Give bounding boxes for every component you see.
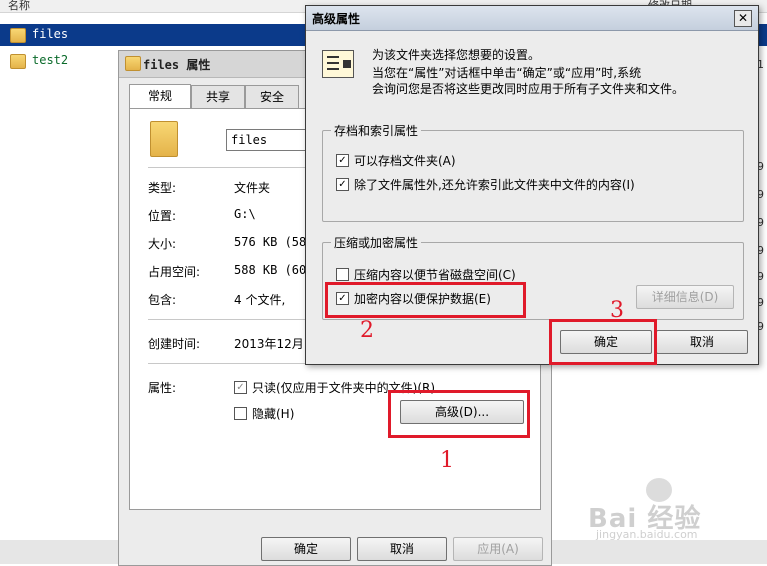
- created-value: 2013年12月: [234, 337, 304, 351]
- tab-security[interactable]: 安全: [245, 85, 299, 108]
- hidden-checkbox[interactable]: [234, 407, 247, 420]
- apply-button[interactable]: 应用(A): [453, 537, 543, 561]
- archive-group-title: 存档和索引属性: [331, 122, 422, 139]
- description-line-2: 当您在“属性”对话框中单击“确定”或“应用”时,系统: [372, 66, 642, 80]
- annotation-number-2: 2: [360, 318, 374, 343]
- size-value: 576 KB (58: [234, 235, 307, 249]
- readonly-checkbox[interactable]: ✓: [234, 381, 247, 394]
- advanced-title: 高级属性: [312, 12, 361, 26]
- location-value: G:\: [234, 207, 256, 221]
- list-item-label: files: [32, 27, 69, 41]
- archive-label: 可以存档文件夹(A): [354, 154, 456, 168]
- watermark-url: jingyan.baidu.com: [596, 528, 698, 541]
- folder-icon: [10, 28, 26, 43]
- folder-large-icon: [150, 121, 178, 157]
- compress-checkbox[interactable]: [336, 268, 349, 281]
- contains-label: 包含:: [148, 293, 177, 307]
- folder-icon: [10, 54, 26, 69]
- tab-general[interactable]: 常规: [129, 84, 191, 109]
- description-line-3: 会询问您是否将这些更改同时应用于所有子文件夹和文件。: [372, 82, 685, 96]
- index-checkbox[interactable]: ✓: [336, 178, 349, 191]
- contains-value: 4 个文件,: [234, 293, 286, 307]
- disk-size-value: 588 KB (60:: [234, 263, 314, 277]
- advanced-titlebar[interactable]: 高级属性: [306, 6, 758, 31]
- details-button[interactable]: 详细信息(D): [636, 285, 734, 309]
- highlight-box-advanced: [388, 390, 530, 438]
- type-value: 文件夹: [234, 181, 271, 195]
- size-label: 大小:: [148, 237, 177, 251]
- attributes-label: 属性:: [148, 381, 177, 395]
- annotation-number-1: 1: [440, 448, 454, 473]
- ok-button[interactable]: 确定: [261, 537, 351, 561]
- properties-title: files 属性: [143, 58, 211, 72]
- type-label: 类型:: [148, 181, 177, 195]
- compress-label: 压缩内容以便节省磁盘空间(C): [354, 268, 516, 282]
- list-item-test2[interactable]: test2: [0, 50, 120, 72]
- highlight-box-ok: [549, 319, 657, 365]
- archive-checkbox[interactable]: ✓: [336, 154, 349, 167]
- list-item-label: test2: [32, 53, 69, 67]
- folder-icon: [125, 56, 141, 71]
- location-label: 位置:: [148, 209, 177, 223]
- highlight-box-encrypt: [325, 282, 526, 318]
- attributes-icon: [322, 50, 354, 78]
- compress-group-title: 压缩或加密属性: [331, 234, 422, 251]
- tab-sharing[interactable]: 共享: [191, 85, 245, 108]
- close-icon[interactable]: ✕: [734, 10, 752, 27]
- column-name[interactable]: 名称: [8, 0, 30, 13]
- disk-size-label: 占用空间:: [148, 265, 201, 279]
- hidden-label: 隐藏(H): [252, 407, 295, 421]
- created-label: 创建时间:: [148, 337, 201, 351]
- cancel-button[interactable]: 取消: [656, 330, 748, 354]
- folder-name-input[interactable]: files: [226, 129, 312, 151]
- index-label: 除了文件属性外,还允许索引此文件夹中文件的内容(I): [354, 178, 635, 192]
- annotation-number-3: 3: [610, 298, 624, 323]
- description-line-1: 为该文件夹选择您想要的设置。: [372, 48, 541, 62]
- cancel-button[interactable]: 取消: [357, 537, 447, 561]
